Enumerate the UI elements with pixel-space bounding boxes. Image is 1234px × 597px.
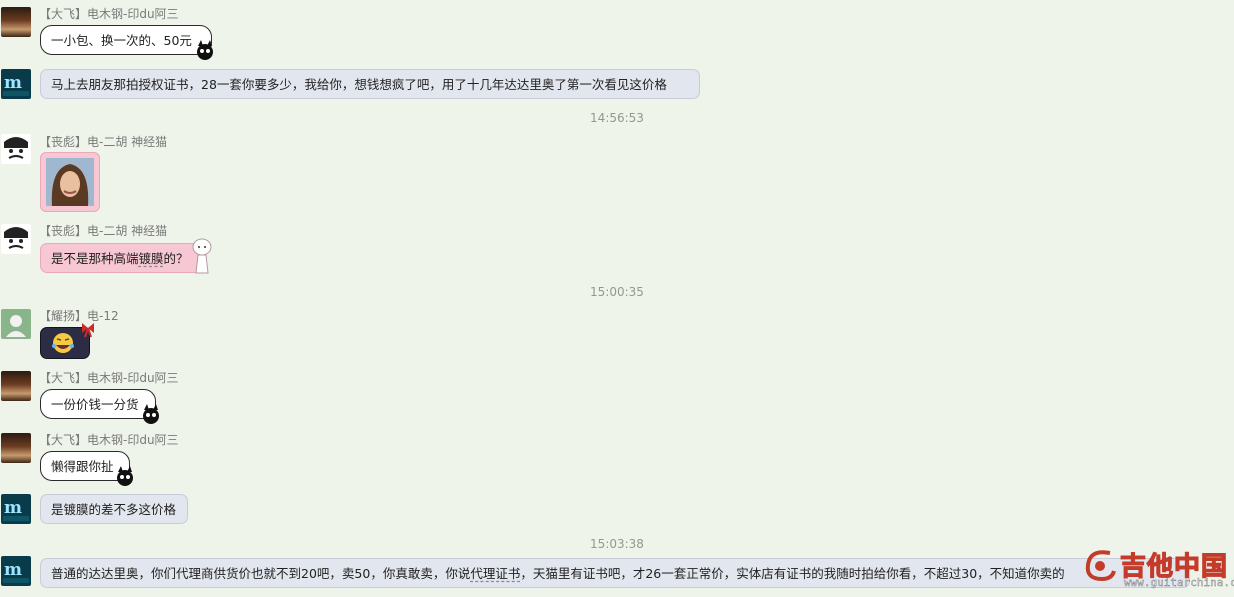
svg-text:m: m [4, 498, 22, 518]
bow-sticker-icon [82, 323, 94, 338]
message-bubble[interactable]: 普通的达达里奥，你们代理商供货价也就不到20吧，卖50，你真敢卖，你说代理证书，… [40, 558, 1190, 588]
timestamp: 15:03:38 [590, 537, 644, 551]
user-avatar[interactable] [1, 309, 31, 339]
user-avatar[interactable] [1, 134, 31, 164]
watermark-url: www.guitarchina.com [1124, 576, 1234, 589]
underlined-word: 代理证书 [470, 566, 521, 581]
person-photo-icon [46, 158, 94, 206]
message-text: 普通的达达里奥，你们代理商供货价也就不到20吧，卖50，你真敢卖，你说 [51, 566, 471, 581]
cat-sticker-icon [197, 40, 213, 60]
scorpio-logo-icon: m [3, 560, 29, 583]
image-message[interactable] [40, 152, 100, 212]
user-avatar[interactable]: m [1, 494, 31, 524]
message-text: 是不是那种高端 [51, 251, 139, 266]
underlined-word: 镀膜 [138, 251, 164, 266]
user-avatar[interactable]: m [1, 69, 31, 99]
timestamp: 15:00:35 [590, 285, 644, 299]
message-bubble[interactable]: 一小包、换一次的、50元 [40, 25, 212, 55]
scorpio-logo-icon: m [3, 73, 29, 96]
message-text: 的？ [163, 251, 189, 266]
message-bubble[interactable]: 马上去朋友那拍授权证书，28一套你要多少，我给你，想钱想疯了吧，用了十几年达达里… [40, 69, 700, 99]
sender-name: 【耀扬】电-12 [39, 309, 119, 323]
user-avatar[interactable] [1, 433, 31, 463]
svg-text:m: m [4, 73, 22, 93]
default-user-icon [6, 315, 26, 337]
guitar-logo-icon [1085, 550, 1116, 582]
scorpio-logo-icon: m [3, 498, 29, 521]
cat-sticker-icon [143, 404, 159, 424]
message-bubble[interactable]: 是不是那种高端镀膜的？ [40, 243, 206, 273]
user-avatar[interactable] [1, 7, 31, 37]
svg-text:m: m [4, 560, 22, 580]
user-avatar[interactable] [1, 224, 31, 254]
user-avatar[interactable] [1, 371, 31, 401]
message-text: ，天猫里有证书吧，才26一套正常价，实体店有证书的我随时拍给你看，不超过30，不… [520, 566, 1065, 581]
cartoon-face-icon [4, 227, 28, 249]
sender-name: 【丧彪】电-二胡 神经猫 [39, 224, 168, 238]
message-bubble[interactable]: 一份价钱一分货 [40, 389, 156, 419]
sender-name: 【大飞】电木钢-印du阿三 [39, 7, 179, 21]
sender-name: 【大飞】电木钢-印du阿三 [39, 433, 179, 447]
cartoon-face-icon [4, 137, 28, 159]
sender-name: 【大飞】电木钢-印du阿三 [39, 371, 179, 385]
cat-sticker-icon [117, 466, 133, 486]
cute-cat-sticker-icon [192, 238, 212, 274]
message-bubble[interactable]: 是镀膜的差不多这价格 [40, 494, 188, 524]
user-avatar[interactable]: m [1, 556, 31, 586]
timestamp: 14:56:53 [590, 111, 644, 125]
sender-name: 【丧彪】电-二胡 神经猫 [39, 135, 168, 149]
